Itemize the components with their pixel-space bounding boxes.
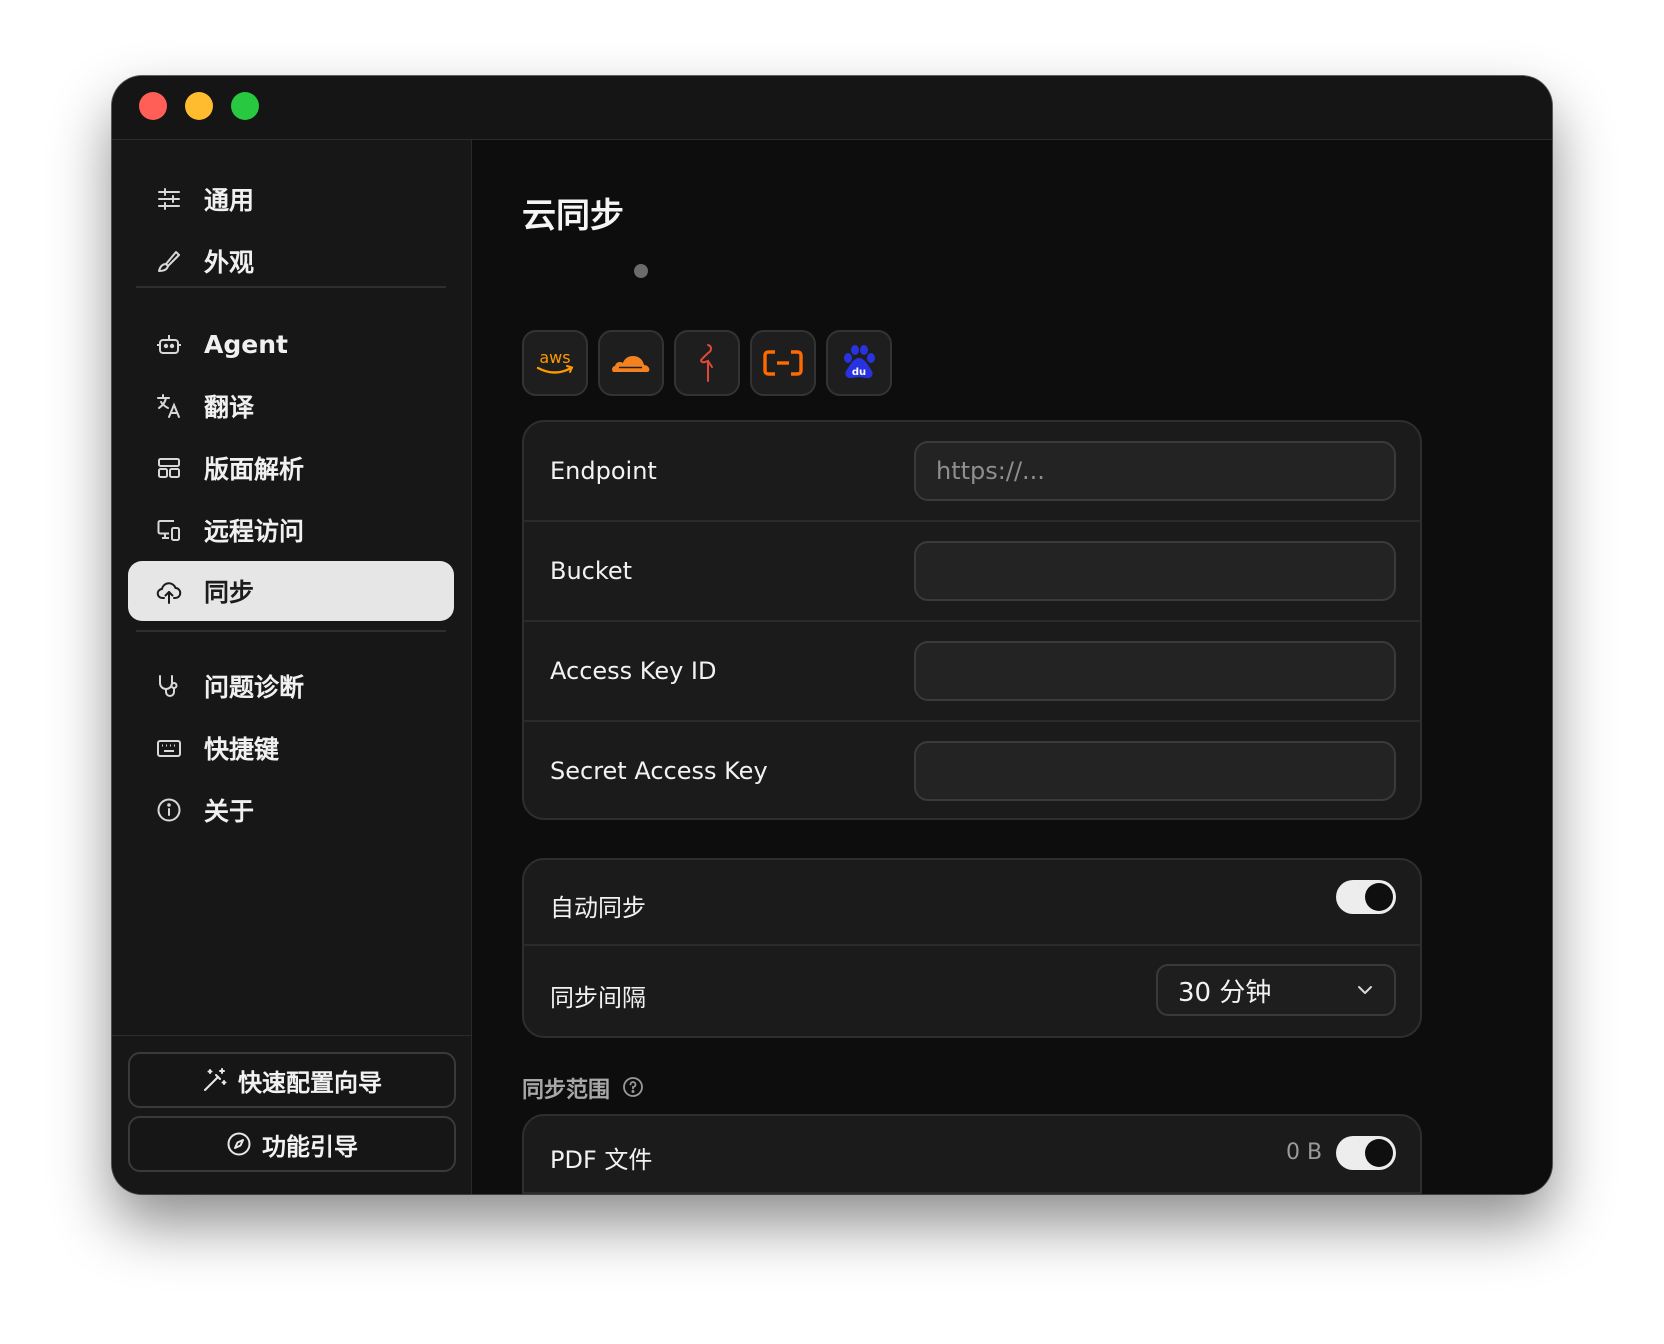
sidebar-item-diagnostics[interactable]: 问题诊断 bbox=[128, 655, 454, 717]
title-bar bbox=[112, 76, 1552, 140]
credentials-card: Endpoint Bucket Access Key ID Secret Acc… bbox=[522, 420, 1422, 820]
keyboard-icon bbox=[157, 740, 181, 757]
minio-logo-icon bbox=[700, 344, 713, 382]
sync-interval-row: 同步间隔 30 分钟 bbox=[524, 946, 1420, 1036]
feature-guide-label: 功能引导 bbox=[262, 1132, 358, 1161]
provider-presets: aws du bbox=[522, 330, 892, 396]
secret-access-key-row: Secret Access Key bbox=[524, 722, 1420, 818]
auto-sync-row: 自动同步 bbox=[524, 860, 1420, 944]
svg-text:aws: aws bbox=[539, 348, 570, 367]
brush-icon bbox=[158, 251, 180, 272]
close-window-button[interactable] bbox=[139, 92, 167, 120]
remote-devices-icon bbox=[157, 520, 180, 541]
sidebar-item-label: 版面解析 bbox=[204, 455, 305, 484]
svg-text:du: du bbox=[852, 367, 866, 378]
sidebar-item-label: 关于 bbox=[204, 797, 255, 826]
auto-sync-card: 自动同步 同步间隔 30 分钟 bbox=[522, 858, 1422, 1038]
sliders-icon bbox=[158, 188, 180, 210]
toggle-knob bbox=[1365, 883, 1393, 911]
sidebar: 通用 外观 Agent 翻译 版面解析 远程访问 同步 问题诊断 快捷键 关于 … bbox=[112, 140, 472, 1194]
translate-icon bbox=[157, 394, 180, 418]
endpoint-field[interactable] bbox=[914, 441, 1396, 501]
sidebar-item-shortcuts[interactable]: 快捷键 bbox=[128, 717, 454, 779]
quick-setup-label: 快速配置向导 bbox=[238, 1068, 382, 1097]
sync-interval-value: 30 分钟 bbox=[1178, 977, 1272, 1008]
endpoint-label: Endpoint bbox=[550, 457, 657, 485]
sync-interval-label: 同步间隔 bbox=[550, 984, 646, 1012]
sidebar-item-remote-access[interactable]: 远程访问 bbox=[128, 499, 454, 561]
endpoint-row: Endpoint bbox=[524, 422, 1420, 520]
provider-aliyun-button[interactable] bbox=[750, 330, 816, 396]
sync-scope-item: PDF 文件 0 B bbox=[524, 1116, 1420, 1192]
bucket-field[interactable] bbox=[914, 541, 1396, 601]
access-key-id-row: Access Key ID bbox=[524, 622, 1420, 720]
help-icon[interactable] bbox=[622, 1076, 644, 1098]
chevron-down-icon bbox=[1358, 986, 1372, 994]
auto-sync-label: 自动同步 bbox=[550, 894, 646, 922]
pdf-sync-toggle[interactable] bbox=[1336, 1136, 1396, 1170]
sidebar-item-about[interactable]: 关于 bbox=[128, 779, 454, 841]
sync-interval-select[interactable]: 30 分钟 bbox=[1156, 964, 1396, 1016]
sidebar-item-label: 快捷键 bbox=[204, 735, 280, 764]
sidebar-item-label: 同步 bbox=[204, 578, 255, 607]
cloud-upload-icon bbox=[156, 582, 182, 604]
page-title: 云同步 bbox=[522, 196, 624, 236]
sidebar-item-translate[interactable]: 翻译 bbox=[128, 375, 454, 437]
maximize-window-button[interactable] bbox=[231, 92, 259, 120]
divider bbox=[136, 630, 446, 632]
magic-wand-icon bbox=[204, 1068, 227, 1091]
minimize-window-button[interactable] bbox=[185, 92, 213, 120]
baidu-logo-icon: du bbox=[844, 345, 875, 379]
feature-guide-button[interactable]: 功能引导 bbox=[128, 1116, 456, 1172]
auto-sync-toggle[interactable] bbox=[1336, 880, 1396, 914]
sidebar-item-sync[interactable]: 同步 bbox=[128, 561, 454, 621]
info-icon bbox=[157, 798, 181, 822]
sync-scope-item-size: 0 B bbox=[1286, 1140, 1323, 1165]
provider-minio-button[interactable] bbox=[674, 330, 740, 396]
sidebar-footer: 快速配置向导 功能引导 bbox=[112, 1035, 471, 1194]
bucket-row: Bucket bbox=[524, 522, 1420, 620]
toggle-knob bbox=[1365, 1139, 1393, 1167]
provider-baidu-button[interactable]: du bbox=[826, 330, 892, 396]
sync-scope-title: 同步范围 bbox=[522, 1078, 611, 1103]
provider-cloudflare-button[interactable] bbox=[598, 330, 664, 396]
access-key-id-field[interactable] bbox=[914, 641, 1396, 701]
sidebar-item-general[interactable]: 通用 bbox=[128, 168, 454, 230]
secret-access-key-label: Secret Access Key bbox=[550, 757, 768, 785]
secret-access-key-field[interactable] bbox=[914, 741, 1396, 801]
aws-logo-icon: aws bbox=[536, 348, 574, 374]
stethoscope-icon bbox=[159, 675, 178, 697]
sync-scope-item-label: PDF 文件 bbox=[550, 1146, 653, 1174]
cloudflare-logo-icon bbox=[612, 356, 650, 372]
compass-icon bbox=[227, 1132, 251, 1156]
divider bbox=[136, 286, 446, 288]
sidebar-item-label: Agent bbox=[204, 329, 288, 359]
connection-status-dot bbox=[634, 264, 648, 278]
settings-window: 通用 外观 Agent 翻译 版面解析 远程访问 同步 问题诊断 快捷键 关于 … bbox=[112, 76, 1552, 1194]
robot-icon bbox=[157, 335, 181, 354]
main-panel: 云同步 连接 aws bbox=[472, 140, 1552, 1194]
layout-icon bbox=[158, 458, 180, 478]
quick-setup-button[interactable]: 快速配置向导 bbox=[128, 1052, 456, 1108]
sync-scope-card: PDF 文件 0 B bbox=[522, 1114, 1422, 1194]
sidebar-item-appearance[interactable]: 外观 bbox=[128, 230, 454, 292]
sidebar-item-agent[interactable]: Agent bbox=[128, 313, 454, 375]
access-key-id-label: Access Key ID bbox=[550, 657, 717, 685]
sidebar-item-label: 外观 bbox=[204, 248, 255, 277]
sidebar-item-label: 远程访问 bbox=[204, 517, 305, 546]
sidebar-item-layout-parsing[interactable]: 版面解析 bbox=[128, 437, 454, 499]
divider bbox=[524, 1192, 1420, 1194]
sidebar-item-label: 通用 bbox=[204, 186, 255, 215]
bucket-label: Bucket bbox=[550, 557, 633, 585]
sidebar-item-label: 翻译 bbox=[204, 393, 255, 422]
provider-aws-button[interactable]: aws bbox=[522, 330, 588, 396]
aliyun-logo-icon bbox=[763, 350, 803, 376]
sidebar-item-label: 问题诊断 bbox=[204, 673, 305, 702]
